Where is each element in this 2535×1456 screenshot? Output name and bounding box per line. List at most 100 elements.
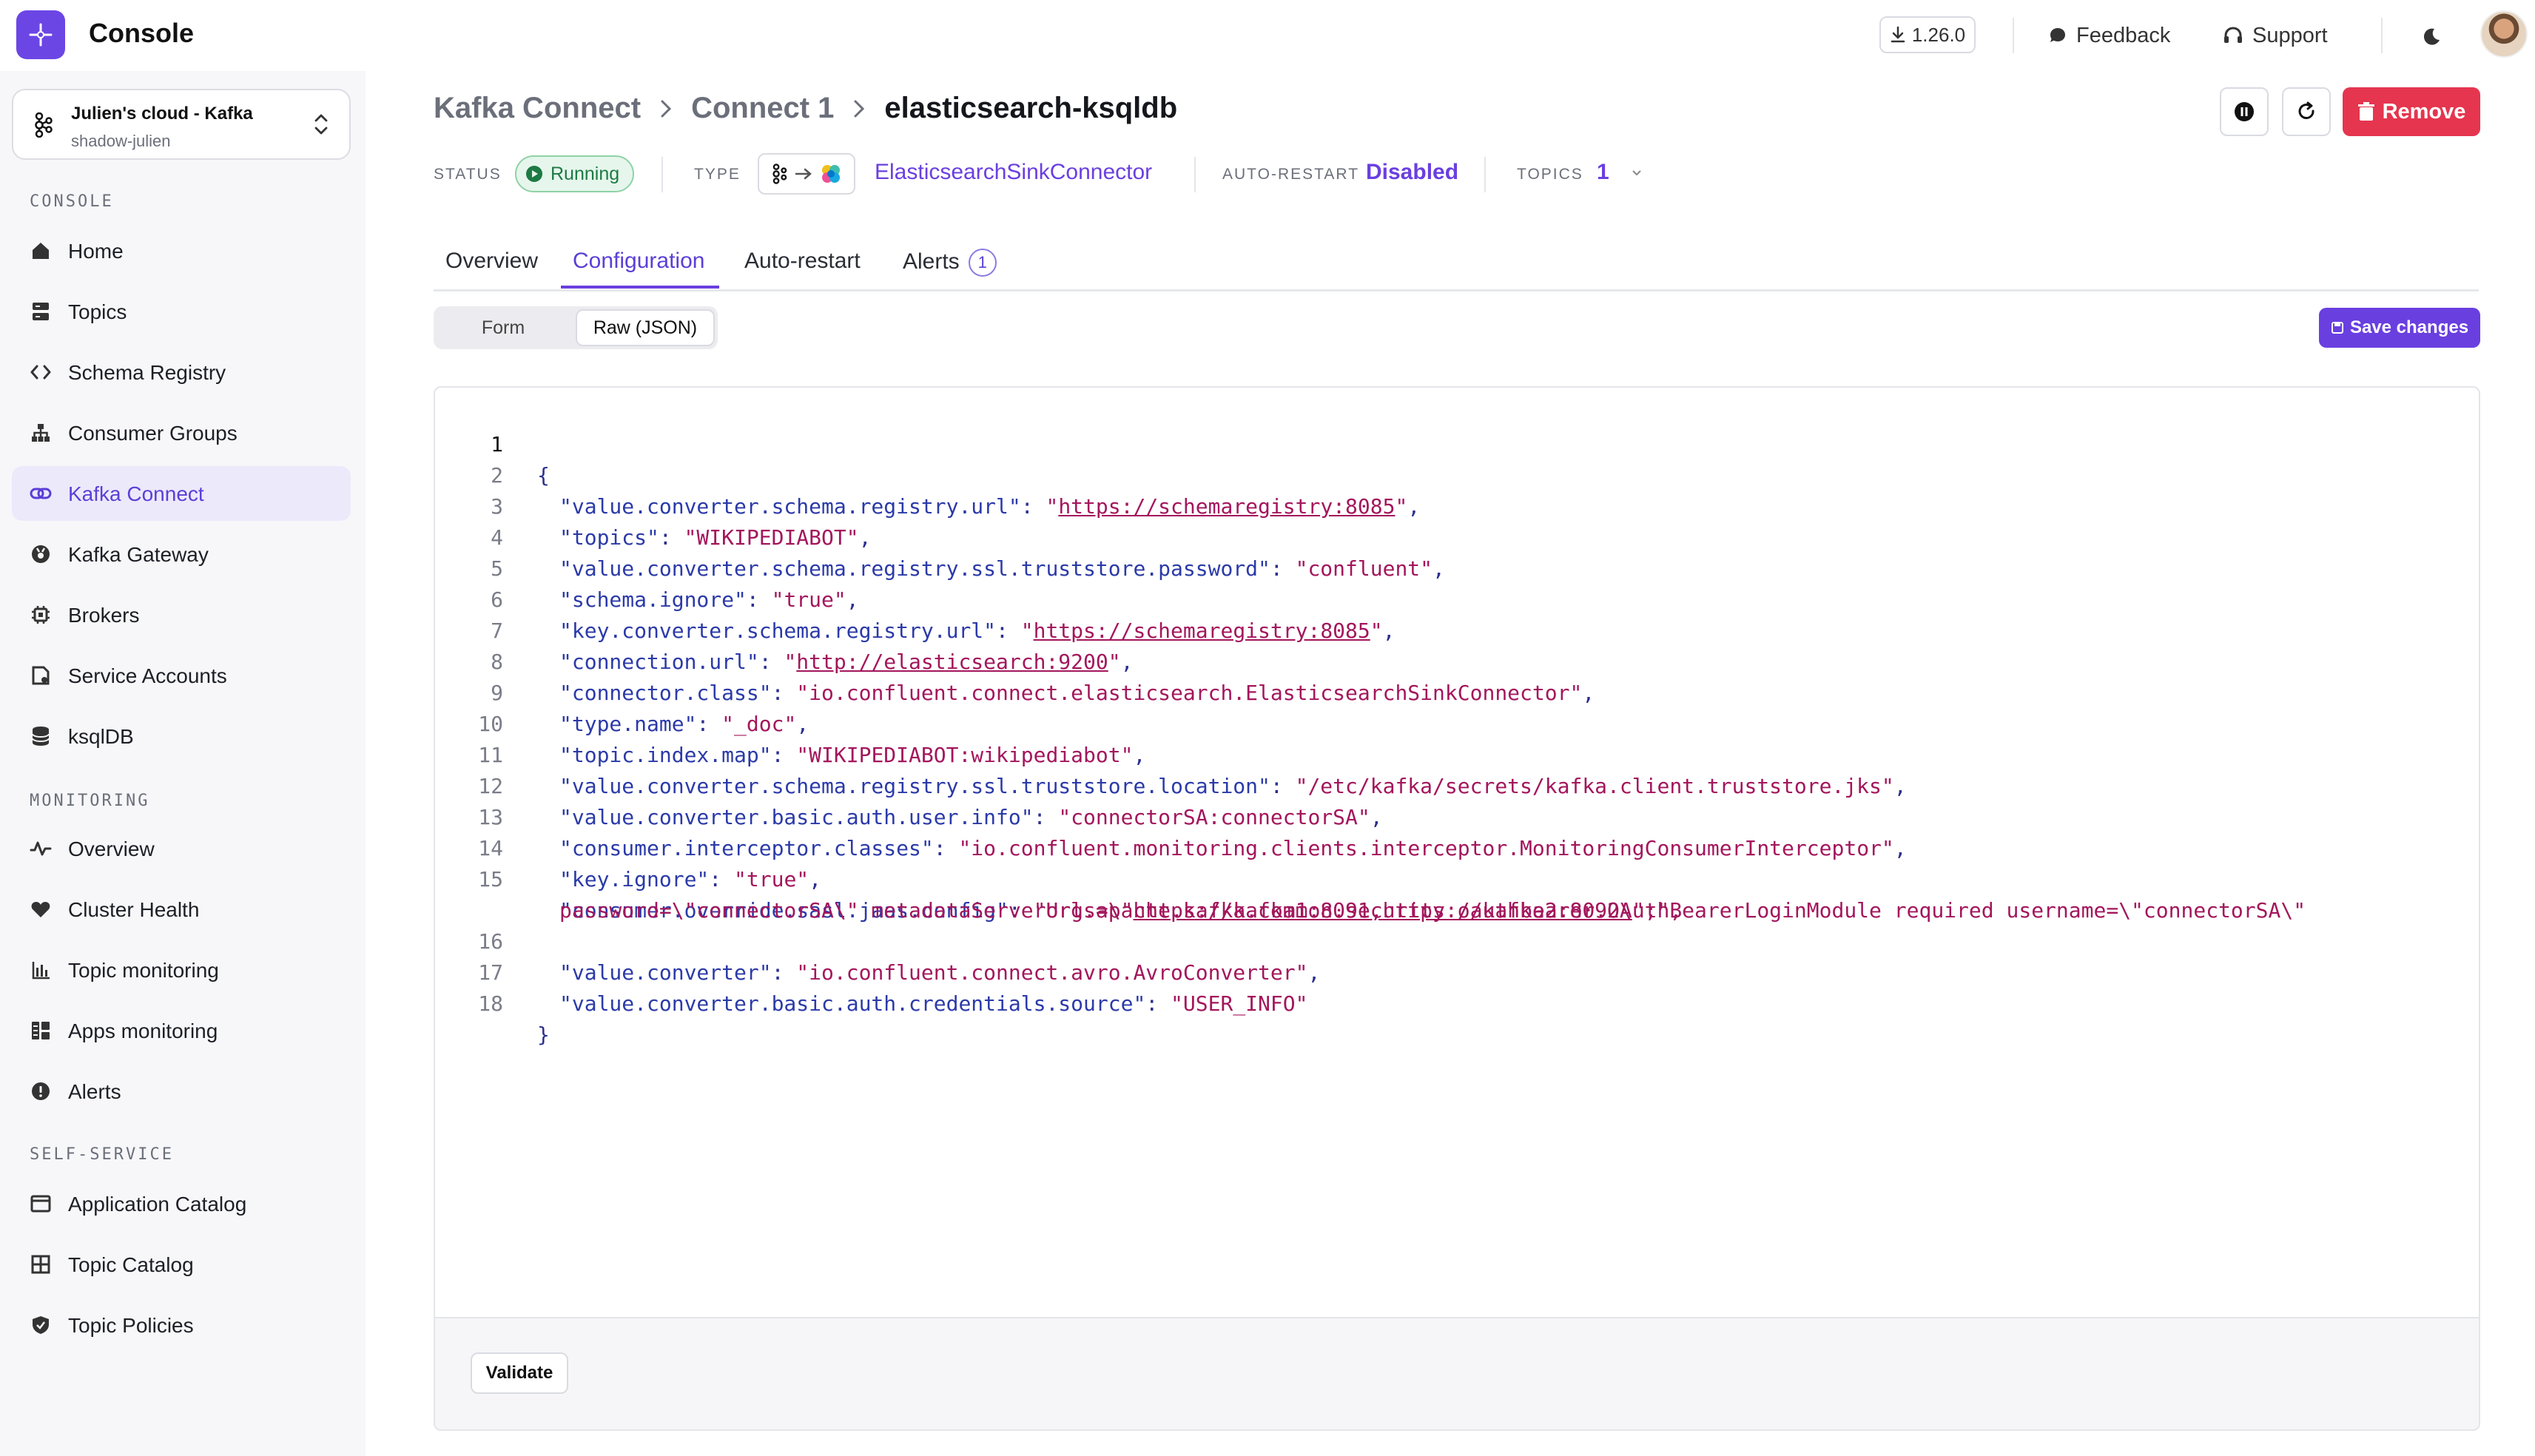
code-line: 12 "value.converter.basic.auth.user.info… [435, 740, 2479, 829]
sidebar-item-application-catalog[interactable]: Application Catalog [12, 1176, 351, 1231]
sidebar-item-schema-registry[interactable]: Schema Registry [12, 345, 351, 400]
cluster-selector[interactable]: Julien's cloud - Kafka shadow-julien [12, 89, 351, 160]
topics-value[interactable]: 1 [1597, 160, 1609, 185]
code-line: 10 "topic.index.map": "WIKIPEDIABOT:wiki… [435, 678, 2479, 767]
save-changes-label: Save changes [2349, 317, 2469, 337]
hierarchy-icon [30, 422, 52, 444]
sidebar-item-label: Service Accounts [68, 664, 227, 687]
sidebar-item-topic-policies[interactable]: Topic Policies [12, 1298, 351, 1352]
tab-configuration[interactable]: Configuration [573, 249, 704, 274]
home-icon [30, 240, 52, 262]
sidebar-item-consumer-groups[interactable]: Consumer Groups [12, 405, 351, 460]
sidebar-item-alerts[interactable]: Alerts [12, 1064, 351, 1119]
sidebar: Julien's cloud - Kafka shadow-julien CON… [0, 71, 366, 1456]
raw-json-toggle[interactable]: Raw (JSON) [576, 309, 715, 346]
remove-label: Remove [2382, 99, 2466, 124]
alert-icon [30, 1080, 52, 1102]
remove-button[interactable]: Remove [2343, 87, 2480, 136]
tab-alerts[interactable]: Alerts 1 [903, 249, 997, 277]
sidebar-item-label: Apps monitoring [68, 1019, 218, 1042]
pause-button[interactable] [2220, 87, 2269, 136]
sidebar-item-overview[interactable]: Overview [12, 821, 351, 876]
section-label-monitoring: MONITORING [30, 792, 150, 810]
json-editor[interactable]: 1 { 2 "value.converter.schema.registry.u… [434, 386, 2480, 1431]
avatar[interactable] [2480, 10, 2528, 58]
sidebar-item-topic-catalog[interactable]: Topic Catalog [12, 1237, 351, 1292]
tab-auto-restart[interactable]: Auto-restart [744, 249, 861, 274]
view-toggle: Form Raw (JSON) [434, 306, 718, 349]
code-line: password=\"connectorSA\" metadataServerU… [435, 864, 2479, 923]
status-badge: Running [515, 155, 635, 192]
play-circle-icon [526, 166, 542, 182]
divider [2013, 18, 2014, 53]
topics-icon [30, 300, 52, 323]
save-icon [2331, 322, 2343, 334]
chat-icon [2050, 28, 2065, 42]
editor-footer: Validate [435, 1317, 2479, 1429]
sidebar-item-cluster-health[interactable]: Cluster Health [12, 882, 351, 937]
sidebar-item-apps-monitoring[interactable]: Apps monitoring [12, 1003, 351, 1058]
heart-icon [30, 898, 52, 920]
cluster-name: Julien's cloud - Kafka [71, 104, 253, 124]
feedback-link[interactable]: Feedback [2048, 19, 2170, 52]
tab-bar: Overview Configuration Auto-restart Aler… [434, 235, 2479, 291]
sidebar-item-kafka-gateway[interactable]: Kafka Gateway [12, 527, 351, 582]
sidebar-item-label: Cluster Health [68, 898, 200, 921]
divider [1484, 157, 1486, 192]
page-title: elasticsearch-ksqldb [884, 92, 1178, 124]
sidebar-item-ksqldb[interactable]: ksqlDB [12, 709, 351, 764]
sidebar-item-label: Brokers [68, 604, 140, 627]
tab-overview[interactable]: Overview [445, 249, 538, 274]
line-number: 18 [478, 991, 503, 1016]
bar-chart-icon [30, 959, 52, 981]
code-line: 11 "value.converter.schema.registry.ssl.… [435, 709, 2479, 798]
code-line: 7 "connection.url": "http://elasticsearc… [435, 584, 2479, 674]
code-area[interactable]: 1 { 2 "value.converter.schema.registry.u… [435, 388, 2479, 1317]
support-link[interactable]: Support [2223, 19, 2328, 52]
save-changes-button[interactable]: Save changes [2319, 308, 2480, 348]
validate-button[interactable]: Validate [471, 1352, 568, 1394]
sidebar-item-label: Application Catalog [68, 1193, 247, 1216]
sidebar-item-home[interactable]: Home [12, 223, 351, 278]
breadcrumb-kafka-connect[interactable]: Kafka Connect [434, 92, 641, 125]
cpu-icon [30, 604, 52, 626]
divider [661, 157, 663, 192]
table-icon [30, 1253, 52, 1275]
restart-button[interactable] [2282, 87, 2331, 136]
cluster-sub: shadow-julien [71, 132, 171, 150]
download-icon [1891, 26, 1905, 43]
elasticsearch-icon [822, 165, 840, 183]
sidebar-item-label: Overview [68, 837, 155, 860]
autorestart-value[interactable]: Disabled [1366, 160, 1458, 185]
sidebar-item-topic-monitoring[interactable]: Topic monitoring [12, 943, 351, 997]
code-text: } [537, 1022, 550, 1047]
sidebar-item-service-accounts[interactable]: Service Accounts [12, 648, 351, 703]
version-label: 1.26.0 [1911, 23, 1966, 46]
trash-icon [2357, 102, 2374, 121]
code-line: 1 { [435, 398, 2479, 488]
alerts-count-badge: 1 [968, 249, 997, 277]
code-icon [30, 361, 52, 383]
active-tab-indicator [561, 286, 719, 289]
sidebar-item-topics[interactable]: Topics [12, 284, 351, 339]
database-icon [30, 725, 52, 747]
sidebar-item-kafka-connect[interactable]: Kafka Connect [12, 466, 351, 521]
type-value-link[interactable]: ElasticsearchSinkConnector [875, 160, 1152, 185]
sidebar-item-label: Home [68, 240, 124, 263]
breadcrumb-connect-1[interactable]: Connect 1 [691, 92, 834, 125]
form-toggle[interactable]: Form [437, 309, 570, 346]
code-line: 2 "value.converter.schema.registry.url":… [435, 429, 2479, 519]
console-logo-icon[interactable] [16, 10, 65, 59]
pause-icon [2235, 102, 2254, 121]
code-text: "value.converter.basic.auth.credentials.… [559, 991, 1308, 1016]
sidebar-item-brokers[interactable]: Brokers [12, 587, 351, 642]
code-line: 14 "key.ignore": "true", [435, 802, 2479, 892]
tab-alerts-label: Alerts [903, 249, 960, 274]
activity-icon [30, 837, 52, 860]
sidebar-item-label: Topic Policies [68, 1314, 194, 1337]
support-label: Support [2252, 23, 2328, 47]
moon-icon[interactable] [2417, 22, 2446, 52]
gateway-icon [30, 543, 52, 565]
chevron-down-icon[interactable] [1631, 169, 1643, 178]
version-badge[interactable]: 1.26.0 [1879, 16, 1976, 53]
